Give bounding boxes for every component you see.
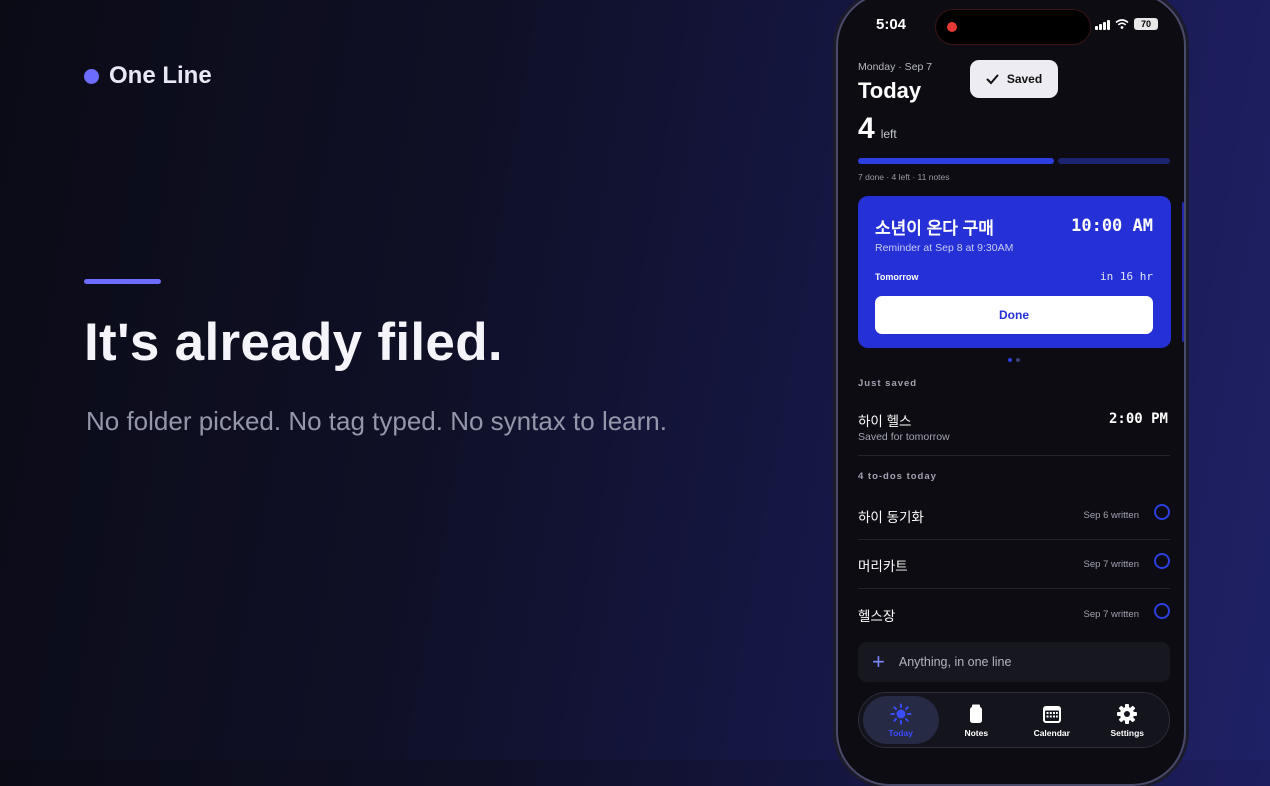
card-title: 소년이 온다 구매 bbox=[875, 219, 994, 238]
saved-item-name[interactable]: 하이 헬스 bbox=[858, 410, 911, 430]
saved-item-sub: Saved for tomorrow bbox=[858, 431, 950, 443]
divider bbox=[858, 455, 1170, 456]
todo-row[interactable]: 머리카트 Sep 7 written bbox=[858, 545, 1170, 594]
battery-icon: 70 bbox=[1134, 18, 1158, 30]
sun-icon bbox=[890, 703, 912, 724]
card-time: 10:00 AM bbox=[1071, 216, 1153, 236]
todo-checkbox[interactable] bbox=[1154, 603, 1170, 619]
tab-calendar[interactable]: Calendar bbox=[1014, 696, 1090, 744]
status-time: 5:04 bbox=[876, 16, 907, 33]
tab-label: Today bbox=[888, 727, 913, 738]
progress-bar bbox=[858, 158, 1170, 164]
brand-dot bbox=[84, 68, 99, 84]
progress-remaining bbox=[1058, 158, 1170, 164]
progress-done bbox=[858, 158, 1054, 164]
plus-icon[interactable]: + bbox=[872, 651, 885, 673]
saved-toast: Saved bbox=[970, 60, 1058, 98]
phone-frame: 5:04 70 Monday · Sep 7 Today Saved 4 lef… bbox=[836, 0, 1186, 786]
divider bbox=[858, 539, 1170, 540]
checkmark-icon bbox=[986, 74, 999, 84]
todo-row[interactable]: 헬스장 Sep 7 written bbox=[858, 595, 1170, 644]
todo-meta: Sep 6 written bbox=[1083, 510, 1139, 521]
date-label: Monday · Sep 7 bbox=[858, 61, 933, 73]
tab-notes[interactable]: Notes bbox=[939, 696, 1015, 744]
headline: It's already filed. bbox=[84, 313, 503, 372]
card-countdown: in 16 hr bbox=[1100, 270, 1153, 283]
progress-caption: 7 done · 4 left · 11 notes bbox=[858, 172, 950, 182]
reminder-card[interactable]: 소년이 온다 구매 10:00 AM Reminder at Sep 8 at … bbox=[858, 196, 1171, 348]
calendar-icon bbox=[1042, 705, 1061, 723]
pager-dot bbox=[1016, 358, 1020, 362]
todo-checkbox[interactable] bbox=[1154, 553, 1170, 569]
todo-checkbox[interactable] bbox=[1154, 504, 1170, 520]
todo-name: 헬스장 bbox=[858, 609, 896, 624]
todo-name: 하이 동기화 bbox=[858, 510, 924, 525]
pager-dot bbox=[1008, 358, 1012, 362]
wifi-icon bbox=[1115, 19, 1129, 29]
tab-settings[interactable]: Settings bbox=[1090, 696, 1166, 744]
dynamic-island bbox=[935, 9, 1091, 45]
gear-icon bbox=[1117, 703, 1138, 724]
just-saved-label: Just saved bbox=[858, 378, 918, 389]
next-card-peek[interactable] bbox=[1182, 202, 1184, 342]
todo-meta: Sep 7 written bbox=[1083, 609, 1139, 620]
todo-meta: Sep 7 written bbox=[1083, 559, 1139, 570]
tab-label: Calendar bbox=[1033, 727, 1070, 738]
todo-row[interactable]: 하이 동기화 Sep 6 written bbox=[858, 496, 1170, 545]
card-pager[interactable] bbox=[1008, 358, 1020, 362]
recording-dot bbox=[947, 22, 957, 32]
card-reminder: Reminder at Sep 8 at 9:30AM bbox=[875, 242, 1014, 254]
subline: No folder picked. No tag typed. No synta… bbox=[86, 406, 667, 436]
count-label: left bbox=[880, 127, 897, 141]
tab-label: Notes bbox=[964, 727, 989, 738]
done-button[interactable]: Done bbox=[875, 296, 1153, 334]
status-icons: 70 bbox=[1095, 18, 1158, 30]
notes-icon bbox=[970, 704, 983, 723]
todos-label: 4 to-dos today bbox=[858, 471, 937, 482]
toast-label: Saved bbox=[1006, 72, 1043, 86]
tab-bar: Today Notes Calendar Settings bbox=[858, 692, 1170, 748]
signal-icon bbox=[1095, 19, 1110, 30]
count-number: 4 bbox=[858, 112, 875, 145]
tab-today[interactable]: Today bbox=[863, 696, 939, 744]
card-when: Tomorrow bbox=[875, 272, 919, 282]
phone-screen: 5:04 70 Monday · Sep 7 Today Saved 4 lef… bbox=[838, 0, 1184, 784]
brand: One Line bbox=[84, 62, 212, 90]
tab-label: Settings bbox=[1110, 727, 1145, 738]
divider bbox=[858, 588, 1170, 589]
accent-line bbox=[84, 279, 161, 284]
composer[interactable]: + bbox=[858, 642, 1170, 682]
brand-name: One Line bbox=[109, 62, 212, 89]
saved-item-time: 2:00 PM bbox=[1108, 411, 1168, 427]
todo-name: 머리카트 bbox=[858, 559, 908, 574]
page-title: Today bbox=[858, 78, 922, 103]
remaining-count: 4 left bbox=[858, 112, 897, 146]
composer-input[interactable] bbox=[896, 654, 1151, 670]
